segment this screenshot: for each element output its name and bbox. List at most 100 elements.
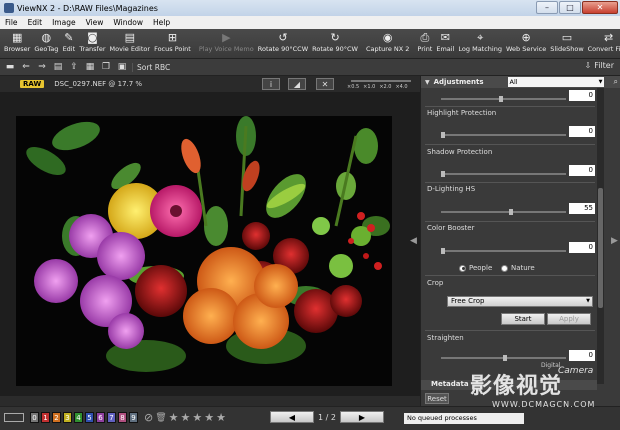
- panel-scrollbar[interactable]: [597, 88, 604, 384]
- minimize-button[interactable]: –: [536, 1, 558, 14]
- menu-help[interactable]: Help: [148, 18, 175, 27]
- filter-button[interactable]: ⇩ Filter: [584, 61, 614, 70]
- grid-icon[interactable]: ▦: [84, 62, 96, 73]
- geotag-button[interactable]: ◍ GeoTag: [32, 29, 60, 53]
- rating-star-icon[interactable]: ★: [169, 411, 179, 424]
- title-bar: ViewNX 2 - D:\RAW Files\Magazines – □ ✕: [0, 0, 620, 16]
- rating-star-icon[interactable]: ★: [216, 411, 226, 424]
- d-lighting-slider[interactable]: [441, 209, 566, 215]
- fit-button[interactable]: ✕: [316, 78, 334, 90]
- crop-mode-select[interactable]: Free Crop: [447, 296, 593, 307]
- color-label-8[interactable]: 8: [118, 412, 127, 423]
- zoom-control[interactable]: ×0.5 ×1.0 ×2.0 ×4.0: [345, 77, 417, 91]
- previous-button[interactable]: ◀: [270, 411, 314, 423]
- collapse-left-arrow-icon[interactable]: ◀: [410, 236, 417, 246]
- movie-editor-button[interactable]: ▤ Movie Editor: [108, 29, 153, 53]
- color-label-2[interactable]: 2: [52, 412, 61, 423]
- focus-point-button[interactable]: ⊞ Focus Point: [152, 29, 193, 53]
- browser-button[interactable]: ▦ Browser: [2, 29, 32, 53]
- straighten-field[interactable]: 0: [569, 350, 595, 361]
- histogram-button[interactable]: ◢: [288, 78, 306, 90]
- divider: [425, 275, 595, 276]
- upload-icon[interactable]: ⇪: [68, 62, 80, 73]
- search-icon[interactable]: ⌕: [614, 77, 618, 87]
- color-booster-field[interactable]: 0: [569, 242, 595, 253]
- slider-track[interactable]: [441, 96, 566, 102]
- crop-apply-button[interactable]: Apply: [547, 313, 591, 325]
- info-button[interactable]: i: [262, 78, 280, 90]
- toolbar-label: Log Matching: [458, 45, 502, 53]
- d-lighting-field[interactable]: 55: [569, 203, 595, 214]
- color-label-5[interactable]: 5: [85, 412, 94, 423]
- folder-up-icon[interactable]: ▤: [52, 62, 64, 73]
- email-button[interactable]: ✉ Email: [434, 29, 456, 53]
- crop-start-button[interactable]: Start: [501, 313, 545, 325]
- collapse-triangle-icon[interactable]: ▼: [425, 79, 430, 86]
- color-label-3[interactable]: 3: [63, 412, 72, 423]
- top-value-field[interactable]: 0: [569, 90, 595, 101]
- thumbnail-size-icon[interactable]: [4, 413, 24, 422]
- menu-image[interactable]: Image: [47, 18, 81, 27]
- color-label-7[interactable]: 7: [107, 412, 116, 423]
- filter-icon: ⇩: [584, 61, 592, 70]
- view-mode-icon[interactable]: ▬: [4, 62, 16, 73]
- people-radio[interactable]: People: [459, 264, 492, 272]
- color-label-6[interactable]: 6: [96, 412, 105, 423]
- lock-icon[interactable]: ▣: [116, 62, 128, 73]
- color-label-1[interactable]: 1: [41, 412, 50, 423]
- highlight-protection-field[interactable]: 0: [569, 126, 595, 137]
- slideshow-button[interactable]: ▭ SlideShow: [548, 29, 585, 53]
- log-matching-button[interactable]: ⌖ Log Matching: [456, 29, 504, 54]
- next-button[interactable]: ▶: [339, 411, 384, 423]
- slider-knob[interactable]: [441, 132, 445, 138]
- slider-knob[interactable]: [499, 96, 503, 102]
- adjustments-filter-select[interactable]: All: [507, 77, 604, 87]
- maximize-button[interactable]: □: [559, 1, 581, 14]
- transfer-button[interactable]: ◙ Transfer: [77, 29, 107, 53]
- back-arrow-icon[interactable]: ⇐: [20, 62, 32, 73]
- color-booster-slider[interactable]: [441, 248, 566, 254]
- zoom-slider[interactable]: [351, 80, 411, 82]
- adjustments-header[interactable]: ▼ Adjustments All ⌕: [421, 76, 620, 88]
- menu-window[interactable]: Window: [108, 18, 148, 27]
- forward-arrow-icon[interactable]: ⇒: [36, 62, 48, 73]
- edit-button[interactable]: ✎ Edit: [60, 29, 77, 53]
- menu-edit[interactable]: Edit: [23, 18, 48, 27]
- rotate-90-ccw-button[interactable]: ↺ Rotate 90°CCW: [256, 29, 310, 53]
- sort-button[interactable]: Sort RBC: [132, 62, 174, 72]
- shadow-protection-slider[interactable]: [441, 171, 566, 177]
- slider-knob[interactable]: [441, 248, 445, 254]
- divider: [425, 106, 595, 107]
- reject-icon[interactable]: ⊘: [144, 411, 153, 424]
- reset-button[interactable]: Reset: [425, 393, 449, 404]
- collapse-right-arrow-icon[interactable]: ▶: [611, 236, 618, 246]
- color-label-9[interactable]: 9: [129, 412, 138, 423]
- highlight-protection-slider[interactable]: [441, 132, 566, 138]
- straighten-slider[interactable]: [441, 355, 566, 361]
- shadow-protection-field[interactable]: 0: [569, 165, 595, 176]
- copy-icon[interactable]: ❐: [100, 62, 112, 73]
- toolbar-label: GeoTag: [34, 45, 59, 53]
- toolbar-label: Email: [436, 45, 455, 53]
- play-voice-memo-button[interactable]: ▶ Play Voice Memo: [197, 29, 256, 53]
- color-label-0[interactable]: 0: [30, 412, 39, 423]
- close-button[interactable]: ✕: [582, 1, 618, 14]
- color-label-4[interactable]: 4: [74, 412, 83, 423]
- fit-icon: ✕: [321, 79, 329, 89]
- slider-knob[interactable]: [441, 171, 445, 177]
- web-service-button[interactable]: ⊕ Web Service: [504, 29, 548, 53]
- trash-icon[interactable]: 🗑: [155, 413, 166, 423]
- menu-view[interactable]: View: [81, 18, 109, 27]
- slider-knob[interactable]: [503, 355, 507, 361]
- rating-star-icon[interactable]: ★: [181, 411, 191, 424]
- nature-radio[interactable]: Nature: [501, 264, 535, 272]
- rating-star-icon[interactable]: ★: [204, 411, 214, 424]
- slider-knob[interactable]: [509, 209, 513, 215]
- capture-nx-2-button[interactable]: ◉ Capture NX 2: [364, 29, 411, 53]
- rotate-90-cw-button[interactable]: ↻ Rotate 90°CW: [310, 29, 360, 53]
- convert-files-button[interactable]: ⇄Convert Files: [586, 29, 620, 53]
- rating-star-icon[interactable]: ★: [192, 411, 202, 424]
- print-button[interactable]: ⎙ Print: [415, 29, 434, 54]
- scrollbar-thumb[interactable]: [598, 188, 603, 308]
- menu-file[interactable]: File: [0, 18, 23, 27]
